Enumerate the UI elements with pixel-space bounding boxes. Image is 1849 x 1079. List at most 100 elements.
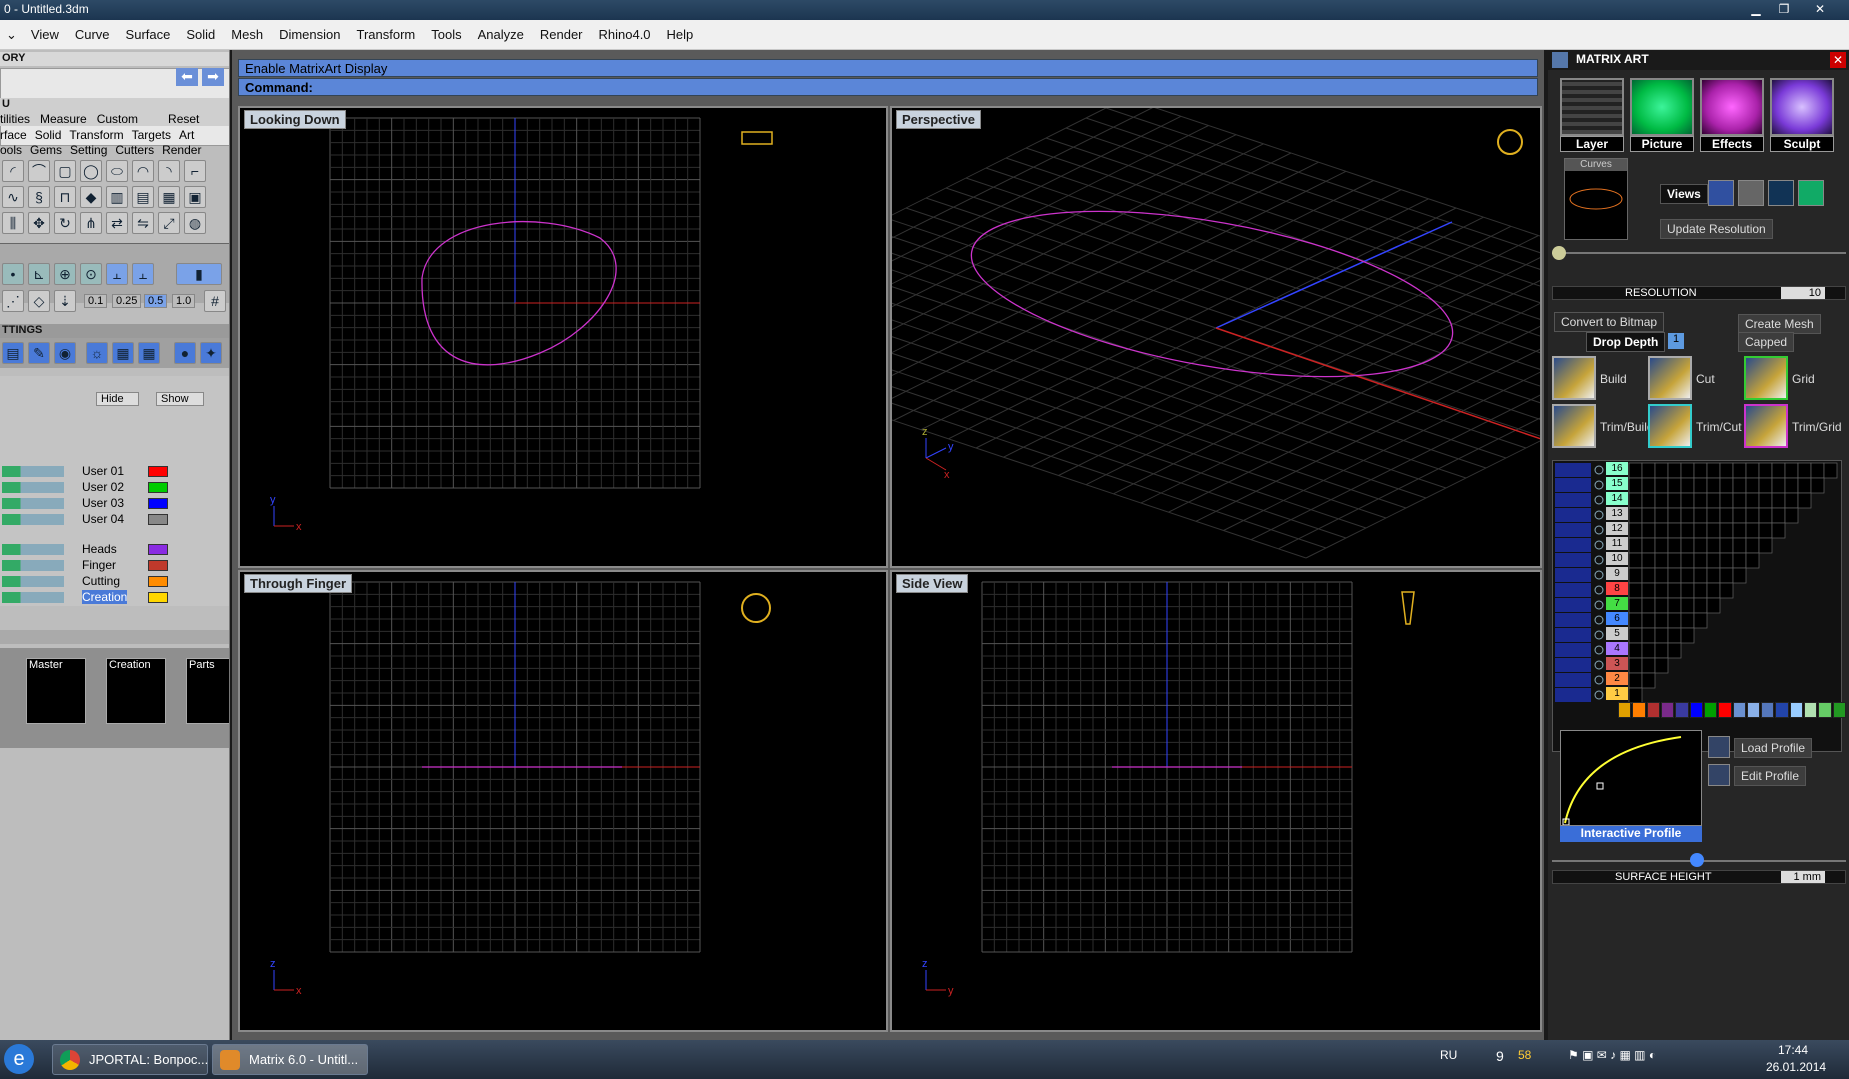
snap-10[interactable]: 1.0 [172,294,196,308]
layer-number[interactable]: 10 [1606,552,1628,565]
resolution-slider-track[interactable] [1552,252,1846,254]
layer-color-swatch[interactable] [148,498,168,509]
matrix-row-visibility-icon[interactable] [1594,465,1604,475]
flow-icon[interactable]: ⇄ [106,212,128,234]
menu-item-tools[interactable]: Tools [423,27,469,42]
tab-render[interactable]: Render [162,143,201,157]
layer-color-swatch[interactable] [148,592,168,603]
menu-item-render[interactable]: Render [532,27,591,42]
matrix-row-visibility-icon[interactable] [1594,540,1604,550]
palette-swatch[interactable] [1660,702,1675,718]
fan-icon[interactable]: ⋔ [80,212,102,234]
minimize-button[interactable]: ▁ [1744,1,1768,17]
trim-cut-icon[interactable] [1648,404,1692,448]
matrix-row-toggle[interactable] [1555,688,1591,702]
matrix-row-visibility-icon[interactable] [1594,615,1604,625]
viewport-perspective[interactable]: x y z Perspective [890,106,1542,568]
scale-icon[interactable]: ⤢ [158,212,180,234]
back-arrow-icon[interactable]: ⬅ [176,68,198,86]
center-icon[interactable]: ⊙ [80,263,102,285]
menu-item-curve[interactable]: Curve [67,27,118,42]
matrix-row-visibility-icon[interactable] [1594,690,1604,700]
layer-name[interactable]: Heads [82,542,117,556]
layer-toggle-icons[interactable] [2,466,64,477]
resolution-value[interactable]: 10 [1781,287,1825,299]
layer-color-swatch[interactable] [148,466,168,477]
interactive-profile-preview[interactable] [1560,730,1702,826]
layer-color-swatch[interactable] [148,576,168,587]
matrix-row-visibility-icon[interactable] [1594,510,1604,520]
view-gem-icon[interactable] [1708,180,1734,206]
matrix-row-visibility-icon[interactable] [1594,675,1604,685]
tab-layer[interactable]: Layer [1560,136,1624,152]
viewport-label-side[interactable]: Side View [896,574,969,593]
matrix-row-toggle[interactable] [1555,478,1591,492]
tab-sculpt[interactable]: Sculpt [1770,136,1834,152]
matrix-row-toggle[interactable] [1555,658,1591,672]
layer-number[interactable]: 5 [1606,627,1628,640]
panel-close-icon[interactable]: ✕ [1830,52,1846,68]
snap-01[interactable]: 0.1 [84,294,108,308]
material-icon[interactable]: ✦ [200,342,222,364]
views-button[interactable]: Views [1660,184,1708,204]
language-indicator[interactable]: RU [1440,1048,1457,1062]
window-icon[interactable]: ▦ [112,342,134,364]
tab-targets[interactable]: Targets [132,128,171,142]
clock-time[interactable]: 17:44 [1778,1043,1808,1057]
palette-swatch[interactable] [1675,702,1689,718]
matrix-row-toggle[interactable] [1555,553,1591,567]
update-resolution-button[interactable]: Update Resolution [1660,219,1773,239]
viewport-side[interactable]: yz Side View [890,570,1542,1032]
matrix-row-visibility-icon[interactable] [1594,660,1604,670]
tab-utilities[interactable]: tilities [0,112,30,126]
surface-height-value[interactable]: 1 mm [1781,871,1825,883]
tab-gems[interactable]: Gems [30,143,62,157]
shank-icon[interactable]: ▦ [158,186,180,208]
tab-cutters[interactable]: Cutters [115,143,154,157]
tab-art[interactable]: Art [179,128,194,142]
render-sphere-icon[interactable]: ● [174,342,196,364]
layer-number[interactable]: 7 [1606,597,1628,610]
surface-height-knob[interactable] [1690,853,1704,867]
layer-toggle-icons[interactable] [2,498,64,509]
lock-icon[interactable]: ⊓ [54,186,76,208]
viewport-label-perspective[interactable]: Perspective [896,110,981,129]
tab-setting[interactable]: Setting [70,143,107,157]
library-thumb-parts[interactable]: Parts [186,658,229,724]
matrix-row-toggle[interactable] [1555,673,1591,687]
cut-icon[interactable] [1648,356,1692,400]
matrix-row-visibility-icon[interactable] [1594,525,1604,535]
mirror-icon[interactable]: ⇋ [132,212,154,234]
maximize-button[interactable]: ❐ [1772,1,1796,17]
close-button[interactable]: ✕ [1808,1,1832,17]
command-line[interactable]: Command: [238,78,1538,96]
move-icon[interactable]: ✥ [28,212,50,234]
layer-number[interactable]: 13 [1606,507,1628,520]
drop-depth-button[interactable]: Drop Depth [1586,332,1666,352]
palette-swatch[interactable] [1718,702,1732,718]
library-thumb-creation[interactable]: Creation [106,658,166,724]
palette-swatch[interactable] [1646,702,1660,718]
resolution-slider-knob[interactable] [1552,246,1566,260]
tray-number-2[interactable]: 58 [1518,1048,1531,1062]
layer-toggle-icons[interactable] [2,544,64,555]
viewport-front[interactable]: xz Through Finger [238,570,888,1032]
palette-swatch[interactable] [1732,702,1746,718]
matrix-row-toggle[interactable] [1555,493,1591,507]
layer-toggle-icons[interactable] [2,514,64,525]
sphere-icon[interactable]: ◍ [184,212,206,234]
line-snap-icon[interactable]: ⫠ [106,263,128,285]
tray-number-1[interactable]: 9 [1496,1048,1504,1064]
tab-surface[interactable]: rface [0,128,27,142]
menu-item-analyze[interactable]: Analyze [470,27,532,42]
menu-item-rhino[interactable]: Rhino4.0 [591,27,659,42]
tab-picture[interactable]: Picture [1630,136,1694,152]
matrix-row-toggle[interactable] [1555,628,1591,642]
layer-number[interactable]: 3 [1606,657,1628,670]
interactive-profile-label[interactable]: Interactive Profile [1560,826,1702,842]
layer-name[interactable]: User 01 [82,464,124,478]
palette-swatch[interactable] [1618,702,1632,718]
layer-number[interactable]: 16 [1606,462,1628,475]
load-profile-button[interactable]: Load Profile [1734,738,1813,758]
array-icon[interactable]: ⫼ [2,212,24,234]
